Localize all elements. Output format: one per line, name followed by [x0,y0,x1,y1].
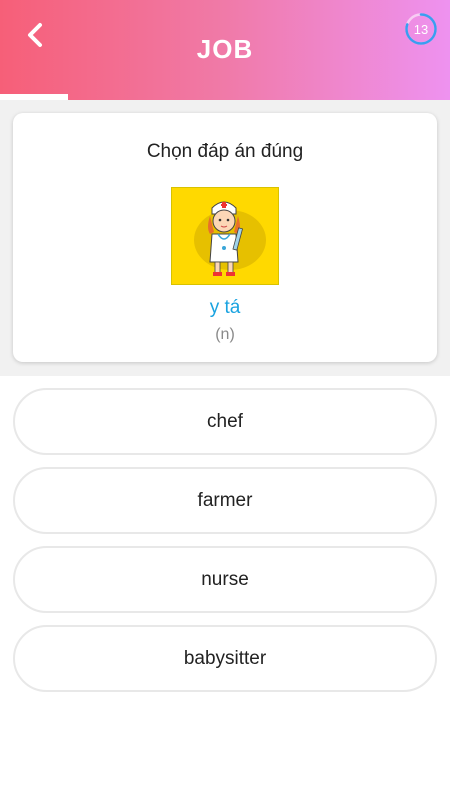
answer-option-4[interactable]: babysitter [13,625,437,692]
answer-option-2[interactable]: farmer [13,467,437,534]
nurse-illustration-icon [171,187,279,285]
answer-option-1[interactable]: chef [13,388,437,455]
timer-badge: 13 [404,12,438,46]
header-bar: JOB 13 [0,0,450,100]
question-area: Chọn đáp án đúng y tá (n) [0,100,450,376]
answer-option-3[interactable]: nurse [13,546,437,613]
vocabulary-word: y tá [209,297,241,318]
page-title: JOB [196,34,254,64]
timer-count: 13 [413,21,429,37]
part-of-speech: (n) [215,326,235,343]
question-prompt: Chọn đáp án đúng [146,141,304,162]
question-card: Chọn đáp án đúng y tá (n) [13,113,437,362]
